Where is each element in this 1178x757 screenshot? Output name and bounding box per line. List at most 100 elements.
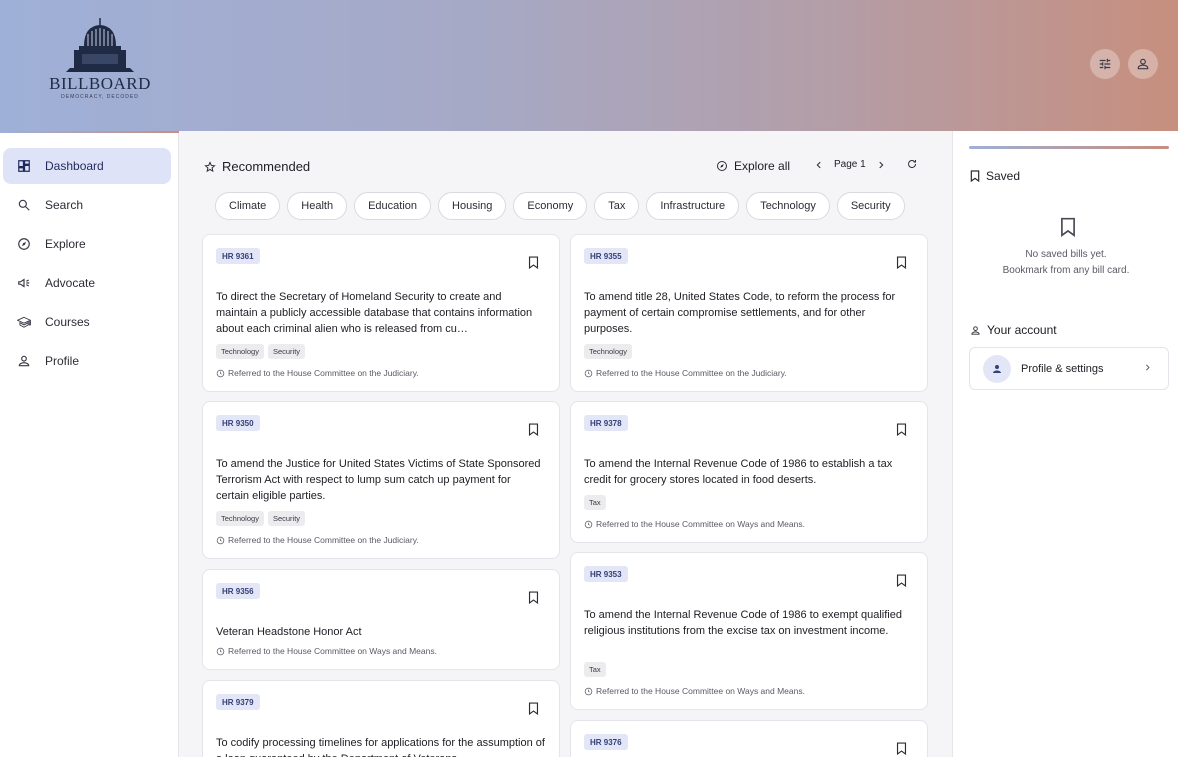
- chip-security[interactable]: Security: [836, 192, 905, 220]
- bill-title: To amend the Internal Revenue Code of 19…: [584, 458, 893, 486]
- bill-number-badge: HR 9355: [584, 248, 628, 264]
- bill-tags: Technology Security: [216, 511, 309, 526]
- bill-card[interactable]: HR 9355 To amend title 28, United States…: [570, 234, 928, 392]
- sidebar-item-label: Search: [45, 198, 84, 212]
- bill-card[interactable]: HR 9361 To direct the Secretary of Homel…: [202, 234, 560, 392]
- chip-economy[interactable]: Economy: [513, 192, 588, 220]
- bookmark-button[interactable]: [528, 256, 539, 269]
- bookmark-button[interactable]: [528, 591, 539, 604]
- compass-icon: [16, 236, 32, 252]
- topic-filter-chips: Climate Health Education Housing Economy…: [215, 192, 912, 220]
- bill-title: Veteran Headstone Honor Act: [216, 626, 362, 638]
- main-content: Recommended Explore all Page 1 Climate H…: [180, 131, 951, 757]
- bill-number-badge: HR 9350: [216, 415, 260, 431]
- sidebar: Dashboard Search Explore Advocate Course…: [0, 131, 179, 757]
- compass-icon: [716, 160, 728, 172]
- bill-card[interactable]: HR 9356 Veteran Headstone Honor Act Refe…: [202, 569, 560, 670]
- right-panel: Saved No saved bills yet. Bookmark from …: [952, 131, 1178, 757]
- bookmark-button[interactable]: [528, 702, 539, 715]
- clock-icon: [216, 536, 225, 545]
- bill-number-badge: HR 9376: [584, 734, 628, 750]
- sidebar-item-courses[interactable]: Courses: [3, 304, 171, 340]
- person-icon: [993, 364, 1001, 373]
- bill-title: To amend title 28, United States Code, t…: [584, 291, 896, 335]
- bill-number-badge: HR 9361: [216, 248, 260, 264]
- sidebar-item-label: Dashboard: [45, 159, 104, 173]
- person-icon: [970, 325, 981, 336]
- bill-card[interactable]: HR 9378 To amend the Internal Revenue Co…: [570, 401, 928, 543]
- profile-settings-link[interactable]: Profile & settings: [969, 347, 1169, 390]
- clock-icon: [584, 369, 593, 378]
- recommended-title: Recommended: [222, 159, 311, 174]
- empty-state-text: No saved bills yet.: [1025, 249, 1107, 260]
- next-page-button[interactable]: [874, 160, 888, 170]
- bookmark-icon: [528, 702, 539, 715]
- sidebar-item-search[interactable]: Search: [3, 187, 171, 223]
- bill-status: Referred to the House Committee on the J…: [216, 368, 419, 378]
- bookmark-button[interactable]: [896, 574, 907, 587]
- empty-state-hint: Bookmark from any bill card.: [1002, 265, 1130, 276]
- bill-tags: Tax: [584, 662, 610, 677]
- previous-page-button[interactable]: [812, 160, 826, 170]
- sidebar-item-label: Profile: [45, 354, 80, 368]
- saved-heading: Saved: [970, 169, 1020, 183]
- bookmark-button[interactable]: [528, 423, 539, 436]
- logo-wordmark: BILLBOARD: [49, 74, 151, 93]
- chip-housing[interactable]: Housing: [438, 192, 507, 220]
- chevron-right-icon: [1143, 363, 1152, 372]
- bookmark-button[interactable]: [896, 256, 907, 269]
- bill-card[interactable]: HR 9379 To codify processing timelines f…: [202, 680, 560, 757]
- bill-card[interactable]: HR 9350 To amend the Justice for United …: [202, 401, 560, 559]
- logo-tagline: DEMOCRACY, DECODED: [61, 94, 139, 100]
- bill-title: To codify processing timelines for appli…: [216, 737, 545, 757]
- explore-all-button[interactable]: Explore all: [716, 159, 790, 173]
- bill-card[interactable]: HR 9376: [570, 720, 928, 757]
- bill-card[interactable]: HR 9353 To amend the Internal Revenue Co…: [570, 552, 928, 710]
- chip-climate[interactable]: Climate: [215, 192, 281, 220]
- bill-tags: Tax: [584, 495, 610, 510]
- bill-tag: Security: [267, 511, 306, 526]
- bookmark-icon: [896, 423, 907, 436]
- chip-infrastructure[interactable]: Infrastructure: [646, 192, 740, 220]
- bill-number-badge: HR 9379: [216, 694, 260, 710]
- account-button[interactable]: [1128, 49, 1158, 79]
- bill-tags: Technology Security: [216, 344, 309, 359]
- clock-icon: [216, 647, 225, 656]
- chip-health[interactable]: Health: [287, 192, 348, 220]
- billboard-logo[interactable]: BILLBOARD DEMOCRACY, DECODED: [48, 16, 152, 106]
- bill-status: Referred to the House Committee on the J…: [584, 368, 787, 378]
- bill-title: To direct the Secretary of Homeland Secu…: [216, 291, 533, 335]
- sidebar-item-profile[interactable]: Profile: [3, 343, 171, 379]
- school-icon: [16, 314, 32, 330]
- bookmark-button[interactable]: [896, 742, 907, 755]
- clock-icon: [584, 687, 593, 696]
- bookmark-icon: [896, 574, 907, 587]
- bookmark-icon: [970, 170, 980, 182]
- person-icon: [1137, 58, 1149, 70]
- bill-tag: Technology: [216, 511, 264, 526]
- sidebar-item-advocate[interactable]: Advocate: [3, 265, 171, 301]
- chip-technology[interactable]: Technology: [746, 192, 830, 220]
- bill-number-badge: HR 9356: [216, 583, 260, 599]
- bookmark-icon: [896, 742, 907, 755]
- search-icon: [16, 197, 32, 213]
- bill-title: To amend the Internal Revenue Code of 19…: [584, 609, 902, 637]
- bill-tags: Technology: [584, 344, 636, 359]
- bill-number-badge: HR 9353: [584, 566, 628, 582]
- bill-status-text: Referred to the House Committee on the J…: [596, 368, 787, 378]
- sidebar-item-dashboard[interactable]: Dashboard: [3, 148, 171, 184]
- bill-status: Referred to the House Committee on the J…: [216, 535, 419, 545]
- avatar: [983, 354, 1011, 383]
- right-panel-accent-bar: [969, 146, 1169, 149]
- clock-icon: [584, 520, 593, 529]
- chip-tax[interactable]: Tax: [594, 192, 640, 220]
- bookmark-button[interactable]: [896, 423, 907, 436]
- sidebar-item-label: Advocate: [45, 276, 96, 290]
- chip-education[interactable]: Education: [354, 192, 432, 220]
- filter-settings-button[interactable]: [1090, 49, 1120, 79]
- refresh-button[interactable]: [906, 158, 918, 170]
- explore-all-label: Explore all: [734, 159, 791, 173]
- clock-icon: [216, 369, 225, 378]
- bookmark-icon: [896, 256, 907, 269]
- sidebar-item-explore[interactable]: Explore: [3, 226, 171, 262]
